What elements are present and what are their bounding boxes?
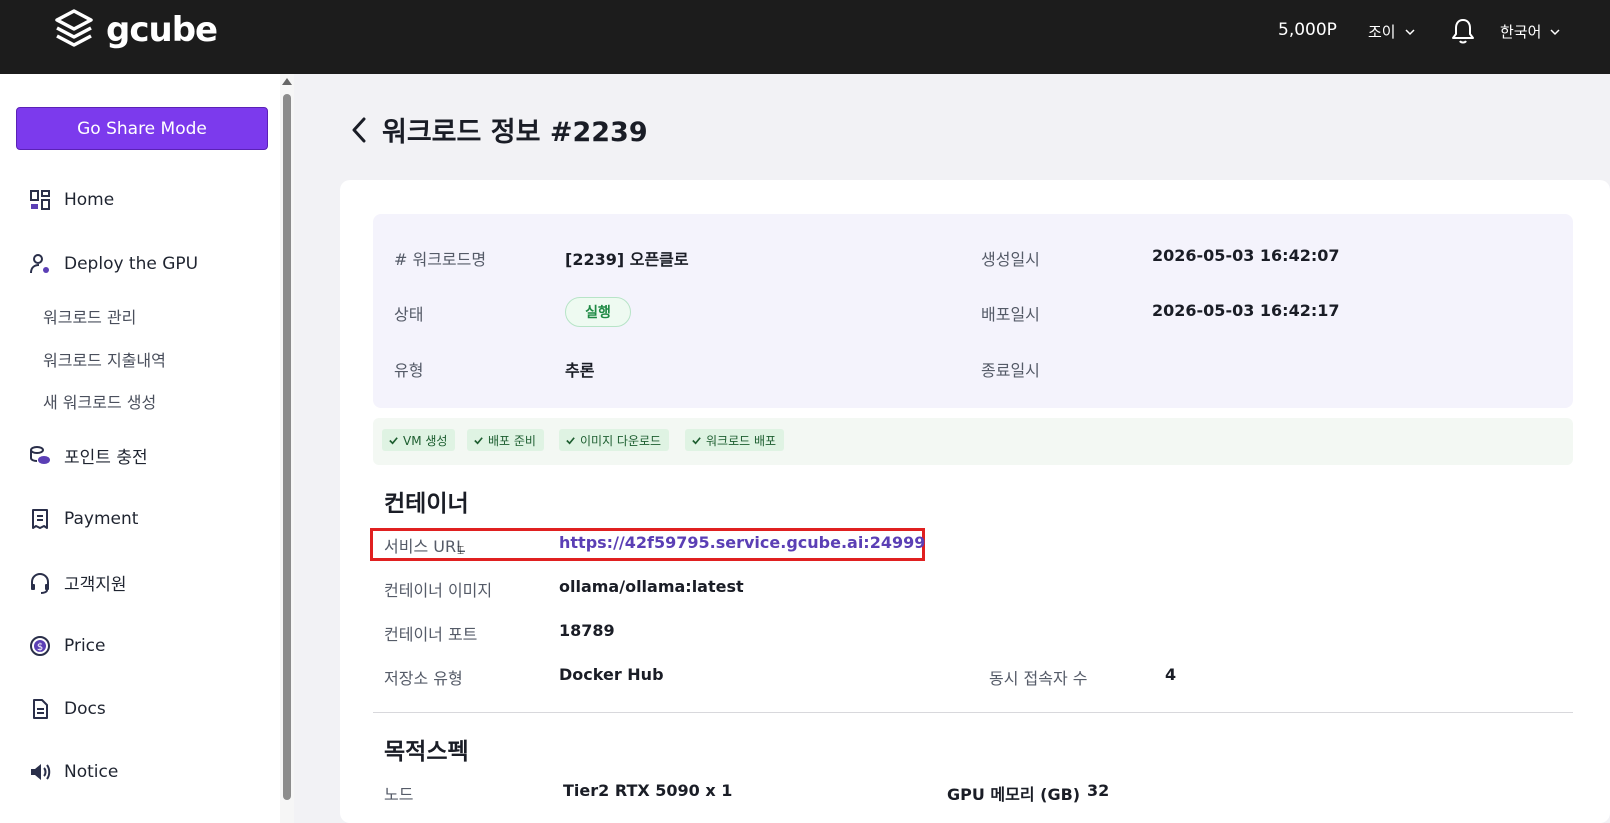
language-label: 한국어 [1500, 23, 1542, 41]
sidebar-item-label: Home [64, 190, 115, 210]
service-url-label: 서비스 URL [384, 537, 465, 556]
sidebar-item-support[interactable]: 고객지원 [28, 570, 127, 595]
sidebar-item-label: 고객지원 [64, 575, 127, 595]
sidebar-subitem-workload-spending[interactable]: 워크로드 지출내역 [43, 347, 166, 371]
sidebar-item-payment[interactable]: Payment [28, 507, 138, 531]
bell-icon [1452, 19, 1474, 44]
back-arrow-icon[interactable] [348, 115, 370, 145]
check-icon [474, 436, 483, 444]
sidebar-scrollbar[interactable] [280, 74, 294, 823]
headset-icon [31, 572, 49, 594]
check-icon [566, 436, 575, 444]
language-selector[interactable]: 한국어 [1500, 21, 1561, 42]
step-label: 이미지 다운로드 [580, 433, 662, 448]
deploy-steps: VM 생성 배포 준비 이미지 다운로드 워크로드 배포 [373, 418, 1573, 465]
megaphone-icon [31, 764, 51, 780]
logo-text: gcube [106, 10, 218, 50]
notification-button[interactable] [1450, 17, 1476, 49]
dollar-circle-icon: $ [30, 636, 50, 656]
step-label: 워크로드 배포 [706, 433, 777, 448]
sidebar-item-notice[interactable]: Notice [28, 760, 118, 784]
container-section-title: 컨테이너 [384, 491, 469, 517]
container-port-label: 컨테이너 포트 [384, 625, 478, 644]
go-share-mode-button[interactable]: Go Share Mode [16, 107, 268, 150]
container-image-value: ollama/ollama:latest [559, 577, 744, 596]
coins-icon [30, 445, 50, 464]
container-image-label: 컨테이너 이미지 [384, 581, 493, 600]
created-at-label: 생성일시 [981, 250, 1040, 269]
sidebar-subitem-workload-manage[interactable]: 워크로드 관리 [43, 304, 136, 328]
type-label: 유형 [394, 361, 424, 380]
status-label: 상태 [394, 305, 424, 324]
sidebar-item-home[interactable]: Home [28, 188, 114, 212]
deployed-at-label: 배포일시 [981, 305, 1040, 324]
sidebar-item-label: Price [64, 636, 106, 656]
logo[interactable]: gcube [52, 8, 218, 52]
user-name: 조이 [1368, 23, 1396, 41]
deployed-at-value: 2026-05-03 16:42:17 [1152, 301, 1340, 320]
section-divider [373, 712, 1573, 713]
sidebar-item-label: Docs [64, 699, 106, 719]
check-icon [692, 436, 701, 444]
sidebar-subitem-new-workload[interactable]: 새 워크로드 생성 [43, 389, 156, 413]
user-menu[interactable]: 조이 [1368, 21, 1416, 42]
type-value: 추론 [565, 361, 595, 380]
workload-name-value: [2239] 오픈클로 [565, 250, 689, 269]
check-icon [389, 436, 398, 444]
receipt-icon [32, 509, 48, 529]
ended-at-label: 종료일시 [981, 361, 1040, 380]
status-badge: 실행 [565, 297, 631, 327]
created-at-value: 2026-05-03 16:42:07 [1152, 246, 1340, 265]
sidebar-item-label: Payment [64, 509, 139, 529]
workload-name-label: # 워크로드명 [394, 250, 487, 269]
chevron-down-icon [1405, 28, 1415, 35]
repository-type-value: Docker Hub [559, 665, 664, 684]
step-label: VM 생성 [403, 433, 448, 448]
gpu-memory-value: 32 [1087, 781, 1110, 800]
sidebar-item-deploy-gpu[interactable]: Deploy the GPU [28, 252, 198, 276]
node-value: Tier2 RTX 5090 x 1 [563, 781, 733, 800]
service-url-link[interactable]: https://42f59795.service.gcube.ai:24999 [559, 533, 925, 552]
points-balance: 5,000P [1278, 20, 1337, 40]
concurrent-users-value: 4 [1165, 665, 1177, 684]
user-gear-icon [30, 254, 49, 274]
workload-info-box [373, 214, 1573, 408]
scroll-up-arrow-icon[interactable] [282, 78, 292, 85]
document-icon [33, 699, 48, 719]
concurrent-users-label: 동시 접속자 수 [989, 669, 1088, 688]
svg-text:$: $ [37, 642, 43, 653]
gpu-memory-label: GPU 메모리 (GB) [947, 785, 1081, 804]
container-port-value: 18789 [559, 621, 615, 640]
step-badge: 이미지 다운로드 [559, 429, 670, 451]
sidebar-item-label: 포인트 충전 [64, 448, 148, 468]
chevron-down-icon [1550, 28, 1560, 35]
sidebar-item-price[interactable]: $ Price [28, 634, 105, 658]
sidebar: Go Share Mode Home Deploy the GPU 워크로드 관… [0, 74, 280, 823]
sidebar-item-label: Notice [64, 762, 119, 782]
step-badge: 워크로드 배포 [685, 429, 785, 451]
spec-section-title: 목적스펙 [384, 739, 469, 765]
step-badge: VM 생성 [382, 429, 456, 451]
repository-type-label: 저장소 유형 [384, 669, 463, 688]
text-cursor-icon: ⌶ [457, 543, 465, 557]
sidebar-item-docs[interactable]: Docs [28, 697, 106, 721]
node-label: 노드 [384, 785, 414, 804]
top-bar: gcube 5,000P 조이 한국어 [0, 0, 1610, 74]
cube-logo-icon [55, 9, 93, 47]
dashboard-icon [30, 190, 50, 210]
sidebar-item-point-charge[interactable]: 포인트 충전 [28, 443, 148, 468]
scroll-thumb[interactable] [283, 94, 291, 800]
page-title: 워크로드 정보 #2239 [348, 110, 648, 149]
step-badge: 배포 준비 [467, 429, 544, 451]
sidebar-item-label: Deploy the GPU [64, 254, 199, 274]
step-label: 배포 준비 [488, 433, 536, 448]
page-title-text: 워크로드 정보 #2239 [382, 117, 648, 148]
